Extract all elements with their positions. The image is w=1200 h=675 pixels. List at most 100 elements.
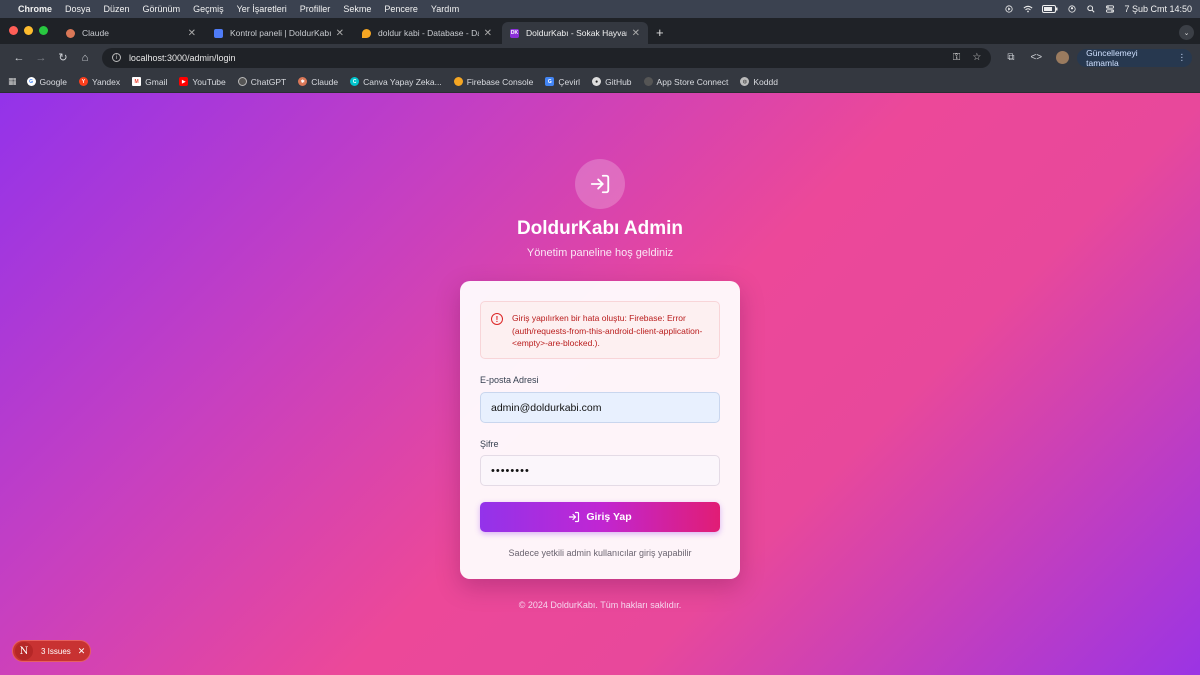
battery-icon[interactable] [1042,5,1058,13]
email-field[interactable]: admin@doldurkabi.com [480,392,720,423]
tab-doldurkabi-active[interactable]: DK DoldurKabı - Sokak Hayvanları ✕ [502,22,648,44]
update-chrome-button[interactable]: Güncellemeyi tamamla ⋮ [1077,47,1192,68]
alert-circle-icon: ! [491,313,503,325]
bookmark-github[interactable]: ● GitHub [592,76,632,87]
tab-firebase-database[interactable]: doldur kabi - Database - Data ✕ [354,22,500,44]
tab-search-chevron-icon[interactable]: ⌄ [1179,25,1194,40]
bookmark-yandex[interactable]: Y Yandex [78,76,121,87]
site-info-icon[interactable]: i [111,53,121,62]
menu-profiles[interactable]: Profiller [300,4,331,14]
close-tab-icon[interactable]: ✕ [484,28,492,39]
bookmark-label: GitHub [605,76,632,87]
bookmark-firebase[interactable]: Firebase Console [453,76,534,87]
password-key-icon[interactable]: ⚿ [953,52,961,63]
menu-bookmarks[interactable]: Yer İşaretleri [237,4,287,14]
bookmark-google[interactable]: G Google [26,76,67,87]
nextjs-logo-icon[interactable]: N [15,642,33,660]
menubar-status-area: 7 Şub Cmt 14:50 [1004,4,1192,14]
page-footer: © 2024 DoldurKabı. Tüm hakları saklıdır. [518,600,682,610]
globe-icon: ◍ [740,77,750,86]
bookmark-translate[interactable]: G Çevirl [545,77,580,87]
address-bar[interactable]: i localhost:3000/admin/login ⚿ ☆ [101,47,992,68]
login-card: ! Giriş yapılırken bir hata oluştu: Fire… [460,281,740,579]
tab-claude[interactable]: Claude ✕ [58,22,204,44]
home-icon[interactable]: ⌂ [74,52,96,64]
nextjs-issues-badge[interactable]: N 3 Issues ✕ [12,640,91,662]
bookmark-claude[interactable]: ✱ Claude [298,77,338,87]
minimize-window-button[interactable] [24,26,33,35]
spotlight-search-icon[interactable] [1086,5,1096,13]
bookmark-label: ChatGPT [250,76,287,87]
user-switch-icon[interactable] [1067,5,1077,13]
macos-menubar: Chrome Dosya Düzen Görünüm Geçmiş Yer İş… [0,0,1200,18]
menu-edit[interactable]: Düzen [104,4,130,14]
update-label: Güncellemeyi tamamla [1086,47,1138,68]
back-arrow-icon[interactable]: ← [8,52,30,64]
error-alert: ! Giriş yapılırken bir hata oluştu: Fire… [480,301,720,359]
address-url[interactable]: localhost:3000/admin/login [129,53,941,63]
claude-icon [66,28,75,38]
menu-window[interactable]: Pencere [384,4,418,14]
login-arrow-icon [569,511,580,523]
tab-title: DoldurKabı - Sokak Hayvanları [526,28,627,38]
email-label: E-posta Adresi [480,375,539,385]
password-label: Şifre [480,439,499,449]
login-submit-button[interactable]: Giriş Yap [480,502,720,532]
claude-icon: ✱ [298,77,308,86]
github-icon: ● [592,77,602,86]
bookmark-canva[interactable]: C Canva Yapay Zeka... [350,77,442,87]
apps-grid-icon[interactable]: ▦ [8,76,17,87]
more-vertical-icon: ⋮ [1177,52,1187,62]
login-arrow-icon [590,174,610,194]
extensions-puzzle-icon[interactable]: ⧉ [1007,52,1014,63]
tab-title: Claude [82,28,109,38]
forward-arrow-icon[interactable]: → [30,52,52,64]
menu-file[interactable]: Dosya [65,4,91,14]
bookmark-chatgpt[interactable]: ChatGPT [237,76,287,87]
close-tab-icon[interactable]: ✕ [336,28,344,39]
play-circle-icon[interactable] [1004,5,1014,13]
chatgpt-icon [237,77,247,86]
yandex-icon: Y [78,77,88,86]
new-tab-plus-icon[interactable]: + [650,25,672,44]
youtube-icon: ▶ [179,77,189,86]
dashboard-icon [214,28,223,38]
bookmark-app-store-connect[interactable]: App Store Connect [643,76,729,87]
close-tab-icon[interactable]: ✕ [632,28,640,39]
gmail-icon: M [132,77,142,86]
zoom-window-button[interactable] [39,26,48,35]
canva-icon: C [350,77,360,86]
wifi-icon[interactable] [1023,5,1033,13]
password-field[interactable]: •••••••• [480,455,720,486]
tab-title: doldur kabi - Database - Data [378,28,479,38]
close-tab-icon[interactable]: ✕ [188,28,196,39]
bookmark-koddd[interactable]: ◍ Koddd [740,77,778,87]
issues-count[interactable]: 3 Issues [41,647,71,656]
bookmark-youtube[interactable]: ▶ YouTube [179,77,226,87]
browser-tab-strip: Claude ✕ Kontrol paneli | DoldurKabı ✕ d… [0,18,1200,44]
close-window-button[interactable] [9,26,18,35]
bookmark-label: Koddd [753,76,778,87]
devtools-code-icon[interactable]: <> [1030,52,1042,63]
menu-view[interactable]: Görünüm [143,4,181,14]
menu-history[interactable]: Geçmiş [193,4,224,14]
menu-help[interactable]: Yardım [431,4,459,14]
close-issues-icon[interactable]: ✕ [78,646,86,657]
bookmark-label: App Store Connect [656,76,729,87]
bookmark-star-icon[interactable]: ☆ [972,52,981,63]
bookmark-label: Yandex [91,76,121,87]
bookmark-gmail[interactable]: M Gmail [132,77,167,87]
menu-app-chrome[interactable]: Chrome [18,4,52,14]
bookmark-label: Firebase Console [466,76,534,87]
control-center-icon[interactable] [1105,5,1115,13]
page-subtitle: Yönetim paneline hoş geldiniz [526,247,674,259]
reload-icon[interactable]: ↻ [52,51,74,64]
menubar-clock[interactable]: 7 Şub Cmt 14:50 [1124,4,1192,14]
menu-tab[interactable]: Sekme [343,4,371,14]
bookmark-label: Gmail [145,76,168,87]
profile-avatar[interactable] [1056,51,1070,64]
apple-icon [643,77,653,86]
tab-kontrol-paneli[interactable]: Kontrol paneli | DoldurKabı ✕ [206,22,352,44]
bookmark-label: Google [39,76,67,87]
password-value: •••••••• [491,464,530,477]
